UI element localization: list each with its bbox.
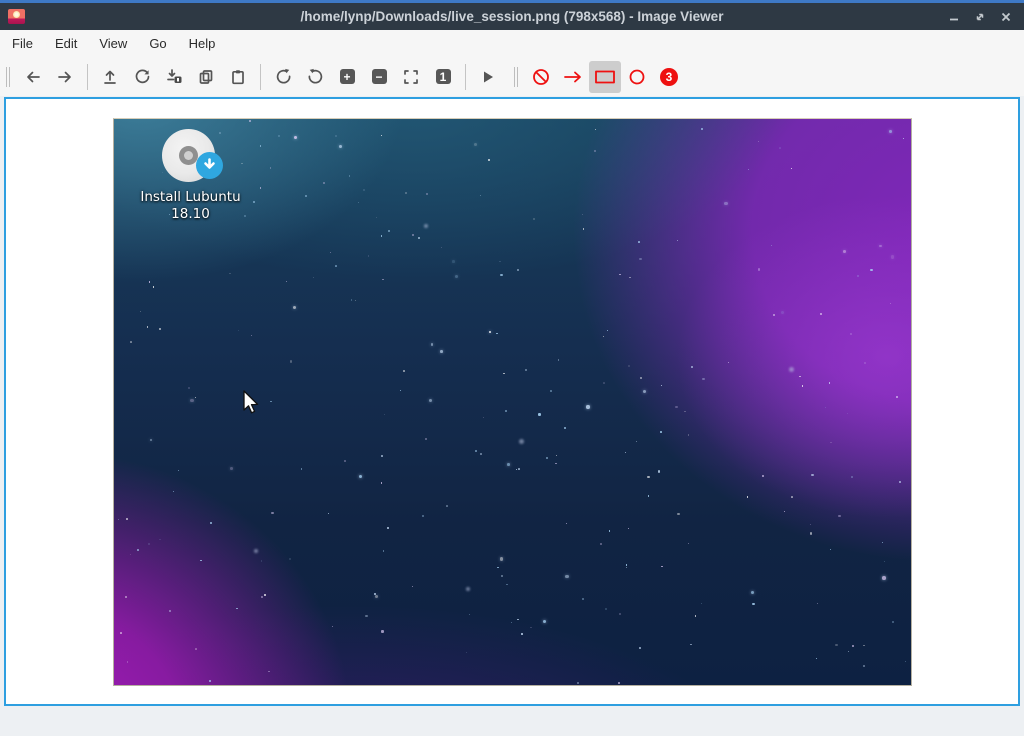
forward-button[interactable] bbox=[49, 61, 81, 93]
zoom-out-button[interactable]: − bbox=[363, 61, 395, 93]
back-button[interactable] bbox=[17, 61, 49, 93]
zoom-in-icon: + bbox=[340, 69, 355, 84]
rotate-counterclockwise-button[interactable] bbox=[299, 61, 331, 93]
desktop-icon-label-line1: Install Lubuntu bbox=[116, 189, 266, 206]
zoom-out-icon: − bbox=[372, 69, 387, 84]
mouse-cursor bbox=[242, 390, 260, 421]
desktop-icon-label-line2: 18.10 bbox=[116, 206, 266, 223]
app-icon bbox=[8, 9, 25, 24]
slideshow-play-button[interactable] bbox=[472, 61, 504, 93]
cd-hole bbox=[179, 146, 198, 165]
upload-button[interactable] bbox=[94, 61, 126, 93]
toolbar-separator bbox=[87, 64, 88, 90]
copy-button[interactable] bbox=[190, 61, 222, 93]
annotation-toolbar-drag-handle[interactable] bbox=[514, 67, 520, 87]
rotate-clockwise-button[interactable] bbox=[267, 61, 299, 93]
toolbar-separator bbox=[465, 64, 466, 90]
paste-button[interactable] bbox=[222, 61, 254, 93]
annotation-number-button[interactable]: 3 bbox=[653, 61, 685, 93]
annotation-rectangle-button[interactable] bbox=[589, 61, 621, 93]
close-button[interactable] bbox=[1000, 11, 1012, 23]
menubar: File Edit View Go Help bbox=[0, 30, 1024, 57]
annotation-circle-button[interactable] bbox=[621, 61, 653, 93]
menu-go[interactable]: Go bbox=[138, 30, 177, 57]
zoom-original-icon: 1 bbox=[436, 69, 451, 84]
annotation-none-button[interactable] bbox=[525, 61, 557, 93]
image-canvas[interactable]: Install Lubuntu 18.10 bbox=[4, 97, 1020, 706]
menu-edit[interactable]: Edit bbox=[44, 30, 88, 57]
zoom-fit-button[interactable] bbox=[395, 61, 427, 93]
window-title: /home/lynp/Downloads/live_session.png (7… bbox=[0, 9, 1024, 24]
reload-button[interactable] bbox=[126, 61, 158, 93]
maximize-button[interactable] bbox=[974, 11, 986, 23]
annotation-number-icon: 3 bbox=[660, 68, 678, 86]
download-arrow-badge bbox=[196, 152, 223, 179]
toolbar-separator bbox=[260, 64, 261, 90]
menu-help[interactable]: Help bbox=[178, 30, 227, 57]
minimize-button[interactable] bbox=[948, 11, 960, 23]
menu-file[interactable]: File bbox=[1, 30, 44, 57]
desktop-icon-label: Install Lubuntu 18.10 bbox=[116, 189, 266, 223]
titlebar[interactable]: /home/lynp/Downloads/live_session.png (7… bbox=[0, 0, 1024, 30]
displayed-image[interactable]: Install Lubuntu 18.10 bbox=[113, 118, 912, 686]
zoom-in-button[interactable]: + bbox=[331, 61, 363, 93]
save-capture-button[interactable] bbox=[158, 61, 190, 93]
toolbar-drag-handle[interactable] bbox=[6, 67, 12, 87]
toolbar: + − 1 3 bbox=[0, 57, 1024, 96]
bottom-strip bbox=[0, 709, 1024, 732]
zoom-original-button[interactable]: 1 bbox=[427, 61, 459, 93]
annotation-arrow-button[interactable] bbox=[557, 61, 589, 93]
app-icon-sun bbox=[13, 11, 20, 18]
menu-view[interactable]: View bbox=[88, 30, 138, 57]
viewer-frame: Install Lubuntu 18.10 bbox=[0, 96, 1024, 709]
